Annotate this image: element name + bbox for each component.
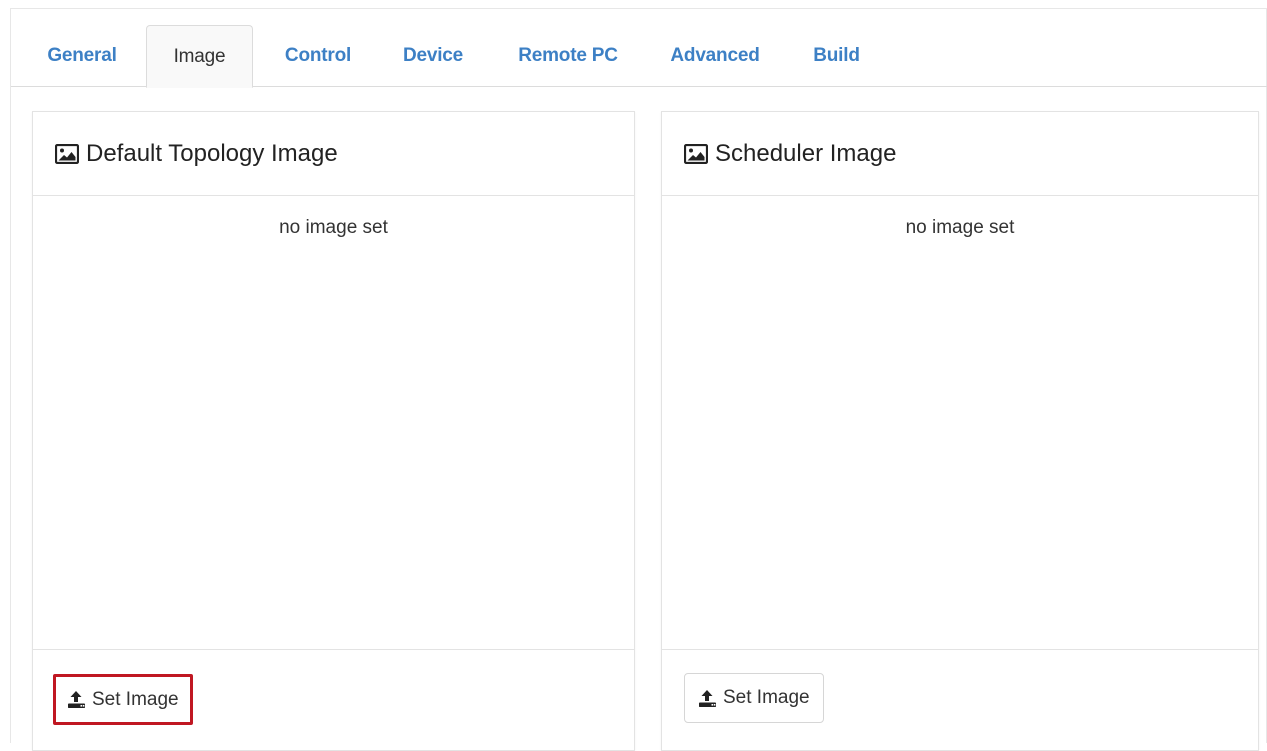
tab-device[interactable]: Device bbox=[386, 25, 480, 87]
panel-title: Scheduler Image bbox=[715, 139, 897, 167]
panel-header: Default Topology Image bbox=[33, 112, 634, 196]
image-preview-area: no image set bbox=[33, 197, 634, 649]
settings-page: General Image Control Device Remote PC A… bbox=[10, 8, 1267, 751]
image-preview-area: no image set bbox=[662, 197, 1258, 649]
set-image-label: Set Image bbox=[723, 687, 810, 708]
panel-footer: Set Image bbox=[662, 649, 1258, 750]
tab-image[interactable]: Image bbox=[146, 25, 253, 88]
tab-control[interactable]: Control bbox=[270, 25, 366, 87]
image-icon bbox=[55, 143, 79, 164]
tab-remote-pc[interactable]: Remote PC bbox=[501, 25, 635, 87]
image-status-text: no image set bbox=[279, 217, 388, 238]
set-image-label: Set Image bbox=[92, 688, 179, 710]
panel-title: Default Topology Image bbox=[86, 139, 338, 167]
tab-general[interactable]: General bbox=[34, 25, 130, 87]
upload-icon bbox=[698, 689, 718, 708]
default-topology-image-panel: Default Topology Image no image set Set … bbox=[32, 111, 635, 751]
image-status-text: no image set bbox=[905, 217, 1015, 238]
set-image-button[interactable]: Set Image bbox=[53, 674, 193, 725]
scheduler-image-panel: Scheduler Image no image set Set Image bbox=[661, 111, 1259, 751]
panel-footer: Set Image bbox=[33, 649, 634, 750]
upload-icon bbox=[67, 690, 87, 709]
panel-header: Scheduler Image bbox=[662, 112, 1258, 196]
tab-build[interactable]: Build bbox=[799, 25, 874, 87]
image-icon bbox=[684, 143, 708, 164]
set-image-button[interactable]: Set Image bbox=[684, 673, 824, 723]
tab-bar: General Image Control Device Remote PC A… bbox=[11, 9, 1267, 88]
tab-advanced[interactable]: Advanced bbox=[657, 25, 773, 87]
